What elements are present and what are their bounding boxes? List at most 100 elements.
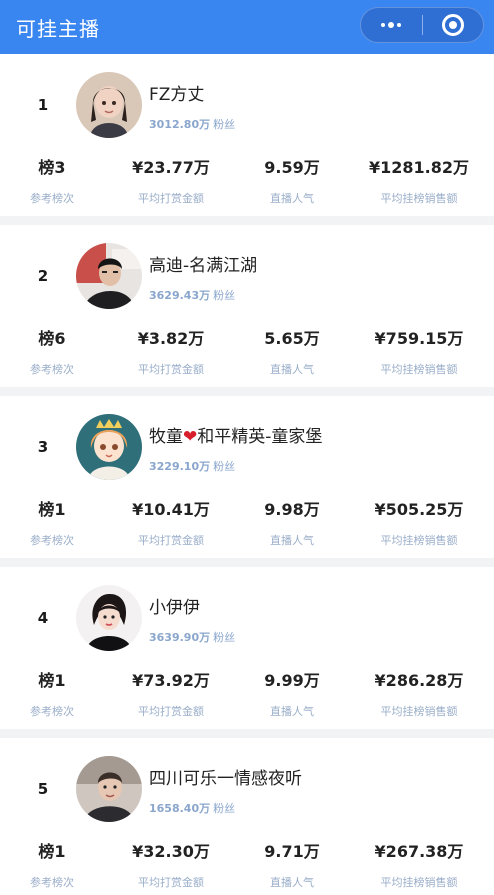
stat-value: 9.59万: [264, 158, 320, 177]
anchor-card[interactable]: 4 小伊伊 3639.90万 粉丝 榜1 参考榜次 ¥73.92万平均打赏金额 9.…: [0, 567, 494, 729]
stat-value: 9.99万: [264, 671, 320, 690]
fans-value: 3012.80万: [149, 118, 211, 131]
stat-value: ¥1281.82万: [368, 158, 469, 177]
stat-label: 直播人气: [270, 192, 314, 205]
stat-avg-reward: ¥10.41万平均打赏金额: [111, 496, 231, 548]
stat-label: 平均打赏金额: [138, 534, 204, 547]
stat-label: 平均打赏金额: [138, 876, 204, 889]
stat-popularity: 5.65万直播人气: [232, 325, 352, 377]
stat-label: 参考榜次: [30, 363, 74, 376]
fans-value: 3229.10万: [149, 460, 211, 473]
stat-value: 5.65万: [264, 329, 320, 348]
fans-count: 1658.40万 粉丝: [149, 800, 235, 816]
anchor-name: FZ方丈: [149, 85, 205, 105]
more-button[interactable]: [361, 8, 422, 42]
stat-avg-reward: ¥32.30万平均打赏金额: [111, 838, 231, 890]
stat-popularity: 9.99万直播人气: [232, 667, 352, 719]
close-button[interactable]: [422, 8, 483, 42]
rank-number: 5: [37, 780, 49, 798]
anchor-name: 小伊伊: [149, 598, 200, 618]
stat-avg-reward: ¥73.92万平均打赏金额: [111, 667, 231, 719]
stat-avg-reward: ¥23.77万平均打赏金额: [111, 154, 231, 206]
stat-label: 参考榜次: [30, 192, 74, 205]
stat-value: 9.98万: [264, 500, 320, 519]
anchor-card[interactable]: 5 四川可乐一情感夜听 1658.40万 粉丝 榜1 参考榜次 ¥32.30万平均打…: [0, 738, 494, 895]
rank-number: 2: [37, 267, 49, 285]
stat-value: ¥267.38万: [374, 842, 464, 861]
stat-label: 平均挂榜销售额: [380, 534, 458, 547]
stat-value: ¥32.30万: [132, 842, 210, 861]
anchor-card[interactable]: 3 牧童❤和平精英-童家堡 3229.10万 粉丝 榜1 参考榜次 ¥10.41万平…: [0, 396, 494, 558]
avatar[interactable]: [76, 72, 142, 138]
fans-count: 3012.80万 粉丝: [149, 116, 235, 132]
rank-number: 4: [37, 609, 49, 627]
avatar[interactable]: [76, 414, 142, 480]
page-title: 可挂主播: [16, 16, 100, 41]
fans-unit: 粉丝: [213, 289, 236, 302]
stat-ref-rank: 榜1 参考榜次: [0, 496, 112, 548]
avatar[interactable]: [76, 243, 142, 309]
stat-avg-sales: ¥759.15万平均挂榜销售额: [359, 325, 479, 377]
stat-label: 平均挂榜销售额: [380, 876, 458, 889]
avatar[interactable]: [76, 756, 142, 822]
stat-avg-sales: ¥505.25万平均挂榜销售额: [359, 496, 479, 548]
stat-label: 平均打赏金额: [138, 705, 204, 718]
rank-number: 1: [37, 96, 49, 114]
mini-program-capsule: [360, 7, 484, 43]
stat-label: 平均挂榜销售额: [380, 363, 458, 376]
stat-value: 9.71万: [264, 842, 320, 861]
stat-ref-rank: 榜1 参考榜次: [0, 838, 112, 890]
stat-ref-rank: 榜3 参考榜次: [0, 154, 112, 206]
stat-label: 平均挂榜销售额: [380, 705, 458, 718]
name-part: 和平精英-童家堡: [197, 427, 323, 447]
stat-ref-rank: 榜6 参考榜次: [0, 325, 112, 377]
anchor-name: 四川可乐一情感夜听: [149, 769, 302, 789]
fans-count: 3229.10万 粉丝: [149, 458, 235, 474]
stat-value: ¥286.28万: [374, 671, 464, 690]
rank-number: 3: [37, 438, 49, 456]
stat-avg-sales: ¥286.28万平均挂榜销售额: [359, 667, 479, 719]
anchor-card[interactable]: 2 高迪-名满江湖 3629.43万 粉丝 榜6 参考榜次 ¥3.82万 平均打赏金额…: [0, 225, 494, 387]
stat-label: 平均打赏金额: [138, 192, 204, 205]
stat-value: 榜6: [38, 329, 66, 348]
anchor-name: 高迪-名满江湖: [149, 256, 258, 276]
more-dots-icon: [381, 22, 402, 28]
fans-count: 3639.90万 粉丝: [149, 629, 235, 645]
stat-avg-reward: ¥3.82万 平均打赏金额: [111, 325, 231, 377]
fans-value: 1658.40万: [149, 802, 211, 815]
avatar[interactable]: [76, 585, 142, 651]
target-circle-icon: [441, 14, 464, 36]
stat-value: ¥73.92万: [132, 671, 210, 690]
stat-value: 榜1: [38, 500, 66, 519]
stat-popularity: 9.71万直播人气: [232, 838, 352, 890]
stat-popularity: 9.59万直播人气: [232, 154, 352, 206]
heart-icon: ❤: [183, 427, 198, 447]
stat-value: 榜1: [38, 842, 66, 861]
stat-label: 直播人气: [270, 876, 314, 889]
stat-value: 榜3: [38, 158, 66, 177]
stat-value: ¥10.41万: [132, 500, 210, 519]
stat-value: ¥23.77万: [132, 158, 210, 177]
fans-value: 3639.90万: [149, 631, 211, 644]
stat-value: ¥505.25万: [374, 500, 464, 519]
fans-unit: 粉丝: [213, 460, 236, 473]
name-part: 牧童: [149, 427, 183, 447]
fans-value: 3629.43万: [149, 289, 211, 302]
stat-value: ¥759.15万: [374, 329, 464, 348]
fans-unit: 粉丝: [213, 631, 236, 644]
stat-ref-rank: 榜1 参考榜次: [0, 667, 112, 719]
stat-avg-sales: ¥267.38万平均挂榜销售额: [359, 838, 479, 890]
fans-count: 3629.43万 粉丝: [149, 287, 235, 303]
fans-unit: 粉丝: [213, 802, 236, 815]
stat-label: 直播人气: [270, 705, 314, 718]
fans-unit: 粉丝: [213, 118, 236, 131]
stat-value: 榜1: [38, 671, 66, 690]
nav-bar: 可挂主播: [0, 0, 494, 54]
stat-label: 平均打赏金额: [138, 363, 204, 376]
stat-popularity: 9.98万直播人气: [232, 496, 352, 548]
anchor-name: 牧童❤和平精英-童家堡: [149, 422, 322, 447]
stat-label: 直播人气: [270, 363, 314, 376]
anchor-card[interactable]: 1 FZ方丈 3012.80万 粉丝 榜3 参考榜次 ¥23.77万平均打赏金额 9…: [0, 54, 494, 216]
stat-label: 参考榜次: [30, 705, 74, 718]
stat-label: 直播人气: [270, 534, 314, 547]
